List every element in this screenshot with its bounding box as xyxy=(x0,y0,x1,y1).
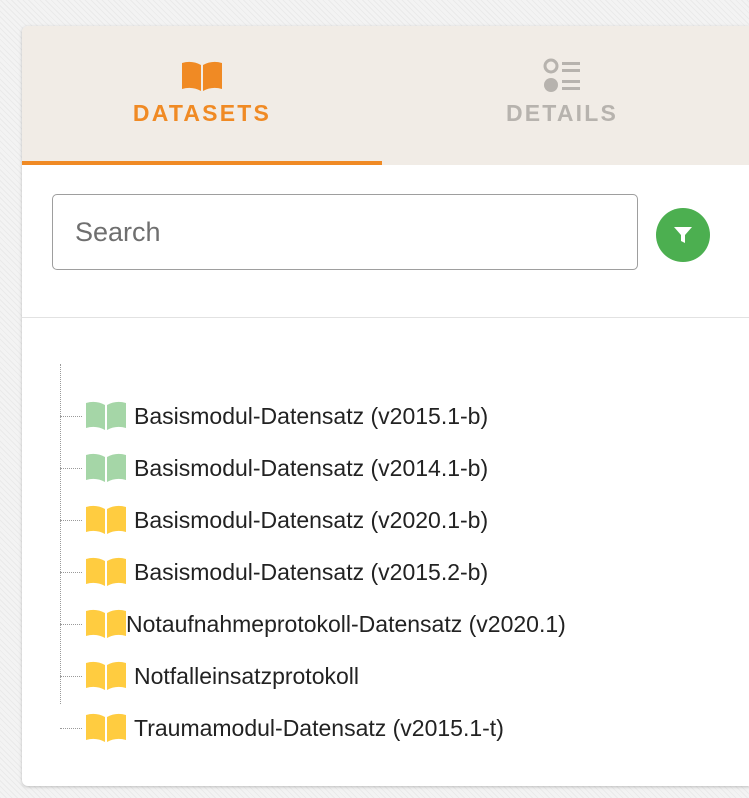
tree-branch xyxy=(60,415,82,417)
tree-branch xyxy=(60,623,82,625)
tree-item-basismodul-v2015-2-b[interactable]: Basismodul-Datensatz (v2015.2-b) xyxy=(60,546,700,598)
tree-branch xyxy=(60,727,82,729)
divider xyxy=(22,317,749,318)
yellow-book-icon xyxy=(84,713,128,743)
green-book-icon xyxy=(84,453,128,483)
tab-details[interactable]: DETAILS xyxy=(382,26,742,165)
yellow-book-icon xyxy=(84,557,128,587)
yellow-book-icon xyxy=(84,505,128,535)
tab-details-label: DETAILS xyxy=(505,100,619,126)
tab-bar: DATASETS DETAILS xyxy=(22,26,749,165)
tree-item-traumamodul-v2015-1-t[interactable]: Traumamodul-Datensatz (v2015.1-t) xyxy=(60,702,700,754)
tree-item-basismodul-v2014-1-b[interactable]: Basismodul-Datensatz (v2014.1-b) xyxy=(60,442,700,494)
search-input[interactable] xyxy=(52,194,638,270)
tree-branch xyxy=(60,519,82,521)
filter-icon xyxy=(672,224,694,246)
tab-datasets-label: DATASETS xyxy=(132,100,272,126)
tree-item-basismodul-v2015-1-b[interactable]: Basismodul-Datensatz (v2015.1-b) xyxy=(60,390,700,442)
green-book-icon xyxy=(84,401,128,431)
tree-item-label: Basismodul-Datensatz (v2014.1-b) xyxy=(134,454,489,481)
tree-item-label: Basismodul-Datensatz (v2015.2-b) xyxy=(134,558,489,585)
tree-item-notaufnahmeprotokoll[interactable]: Notaufnahmeprotokoll-Datensatz (v2020.1) xyxy=(60,598,700,650)
tree-item-label: Notaufnahmeprotokoll-Datensatz (v2020.1) xyxy=(126,610,566,637)
tree-item-notfalleinsatzprotokoll[interactable]: Notfalleinsatzprotokoll xyxy=(60,650,700,702)
yellow-book-icon xyxy=(84,609,128,639)
tree-item-label: Basismodul-Datensatz (v2020.1-b) xyxy=(134,506,489,533)
dataset-panel: DATASETS DETAILS Search Basismodul-Daten… xyxy=(22,26,749,786)
tree-item-label: Notfalleinsatzprotokoll xyxy=(134,662,360,689)
filter-button[interactable] xyxy=(656,208,710,262)
tree-item-basismodul-v2020-1-b[interactable]: Basismodul-Datensatz (v2020.1-b) xyxy=(60,494,700,546)
tree-branch xyxy=(60,467,82,469)
active-tab-indicator xyxy=(22,161,382,165)
yellow-book-icon xyxy=(84,661,128,691)
open-book-icon xyxy=(180,58,224,94)
list-details-icon xyxy=(542,58,582,94)
tab-datasets[interactable]: DATASETS xyxy=(22,26,382,165)
tree-branch xyxy=(60,675,82,677)
tree-item-label: Traumamodul-Datensatz (v2015.1-t) xyxy=(134,714,504,741)
search-row xyxy=(52,194,718,274)
tree-item-label: Basismodul-Datensatz (v2015.1-b) xyxy=(134,402,489,429)
tree-branch xyxy=(60,571,82,573)
